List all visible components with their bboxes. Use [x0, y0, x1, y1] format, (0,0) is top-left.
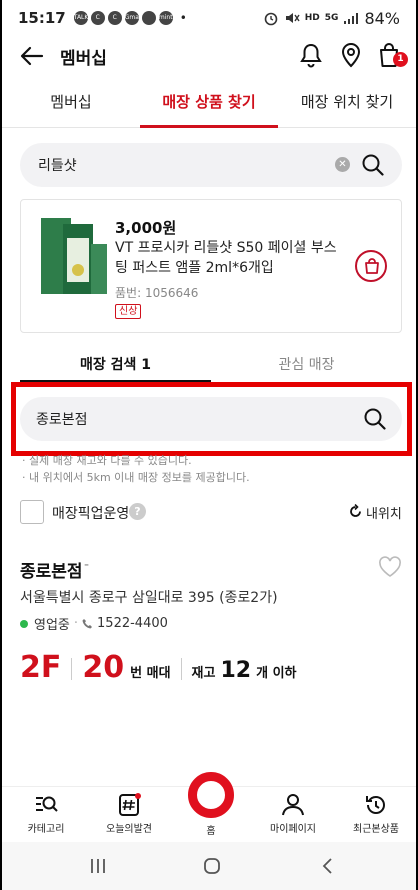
gmail-icon: Gmail: [124, 11, 142, 25]
stock-info-row: 2F 20 번 매대 재고 12 개 이하: [20, 650, 296, 690]
nav-recent-products[interactable]: 최근본상품: [340, 793, 412, 835]
open-status-dot: [20, 619, 28, 628]
stock-notice: · 실제 매장 재고와 다를 수 있습니다.: [22, 454, 192, 467]
highlight-box: [11, 382, 412, 456]
pickup-checkbox[interactable]: [20, 500, 44, 524]
mint-app-icon: mint: [158, 11, 173, 25]
more-notifications-dot: •: [179, 11, 187, 25]
app-screen: 15:17 TALK C C Gmail mint • HD 5G 84% 멤버…: [0, 0, 418, 890]
tab-store-product-search[interactable]: 매장 상품 찾기: [140, 80, 278, 128]
product-card[interactable]: 3,000원 VT 프로시카 리들샷 S50 페이셜 부스팅 퍼스트 앰플 2m…: [20, 199, 402, 333]
signal-icon: [344, 13, 359, 24]
tab-store-location-search[interactable]: 매장 위치 찾기: [278, 80, 416, 127]
clear-icon[interactable]: ✕: [335, 157, 350, 172]
back-icon[interactable]: [318, 856, 338, 876]
kakaotalk-icon: TALK: [73, 11, 88, 25]
tab-store-search[interactable]: 매장 검색 1: [20, 350, 211, 382]
nav-today-discovery[interactable]: 오늘의발견: [93, 793, 165, 835]
stock-quantity: 12: [220, 658, 252, 683]
tab-favorite-stores[interactable]: 관심 매장: [211, 350, 402, 382]
store-address: 서울특별시 종로구 삼일대로 395 (종로2가): [20, 590, 278, 606]
stock-label: 재고: [191, 666, 216, 681]
category-search-icon: [36, 796, 58, 812]
app-header: 멤버십 1: [2, 36, 416, 76]
nav-home-label: 홈: [206, 826, 216, 837]
new-badge: 신상: [115, 304, 142, 319]
product-search-input[interactable]: 리들샷: [38, 155, 77, 175]
back-arrow-icon[interactable]: [18, 42, 46, 70]
status-time: 15:17: [18, 9, 66, 27]
divider: [71, 658, 73, 680]
store-name[interactable]: 종로본점: [20, 557, 83, 582]
product-price: 3,000원: [115, 219, 177, 237]
hd-voice-label: HD: [304, 12, 320, 23]
person-icon: [282, 794, 304, 816]
cloud-icon: [141, 11, 156, 25]
nav-today-discovery-label: 오늘의발견: [106, 824, 152, 835]
distance-notice: · 내 위치에서 5km 이내 매장 정보를 제공합니다.: [22, 471, 250, 484]
divider: [180, 658, 182, 680]
bell-icon[interactable]: [296, 40, 326, 70]
floor-value: 2F: [20, 650, 62, 685]
main-tabs: 멤버십 매장 상품 찾기 매장 위치 찾기: [2, 80, 416, 128]
add-to-bag-button[interactable]: [355, 250, 387, 282]
status-right: HD 5G 84%: [263, 9, 400, 28]
cart-button[interactable]: 1: [374, 40, 408, 70]
status-bar: 15:17 TALK C C Gmail mint • HD 5G 84%: [2, 0, 416, 36]
alarm-icon: [264, 12, 278, 26]
shelf-label: 번 매대: [130, 666, 171, 681]
shelf-number: 20: [82, 650, 125, 685]
page-title: 멤버십: [60, 49, 107, 69]
home-button[interactable]: [188, 772, 234, 818]
product-thumbnail: [37, 214, 113, 296]
open-status: 영업중: [34, 618, 70, 633]
search-icon[interactable]: [360, 152, 386, 178]
product-number: 품번: 1056646: [115, 286, 199, 300]
mute-icon: [285, 13, 300, 23]
help-icon[interactable]: ?: [129, 503, 146, 520]
separator: ·: [73, 616, 79, 631]
recent-apps-icon[interactable]: [88, 856, 108, 876]
tab-membership[interactable]: 멤버십: [2, 80, 140, 127]
network-label: 5G: [324, 13, 339, 23]
nav-recent-products-label: 최근본상품: [353, 824, 399, 835]
shopping-bag-icon: [365, 258, 379, 274]
pickup-label: 매장픽업운영: [52, 506, 130, 522]
stock-unit: 개 이하: [256, 666, 297, 681]
c-app-icon: C: [107, 11, 122, 25]
system-navigation-bar: [2, 842, 416, 890]
store-tabs: 매장 검색 1 관심 매장: [20, 350, 402, 382]
history-icon: [366, 795, 385, 814]
product-name: VT 프로시카 리들샷 S50 페이셜 부스팅 퍼스트 앰플 2ml*6개입: [115, 240, 337, 276]
home-icon[interactable]: [202, 856, 222, 876]
nav-category[interactable]: 카테고리: [10, 793, 82, 835]
store-phone[interactable]: 1522-4400: [97, 616, 168, 631]
heart-icon[interactable]: [378, 556, 402, 578]
phone-icon: [82, 619, 93, 629]
store-status-row: 영업중 · 1522-4400: [20, 614, 168, 633]
refresh-icon: [350, 504, 361, 517]
hashtag-icon: [119, 793, 141, 816]
c-app-icon: C: [90, 11, 105, 25]
nav-my-page-label: 마이페이지: [270, 824, 316, 835]
store-distance: -: [84, 557, 90, 573]
my-location-label: 내위치: [366, 507, 402, 522]
location-pin-icon[interactable]: [336, 40, 366, 70]
nav-category-label: 카테고리: [27, 824, 65, 835]
product-search-bar[interactable]: 리들샷 ✕: [20, 143, 402, 187]
nav-my-page[interactable]: 마이페이지: [257, 793, 329, 835]
cart-count-badge: 1: [393, 52, 408, 67]
battery-level: 84%: [364, 8, 400, 28]
